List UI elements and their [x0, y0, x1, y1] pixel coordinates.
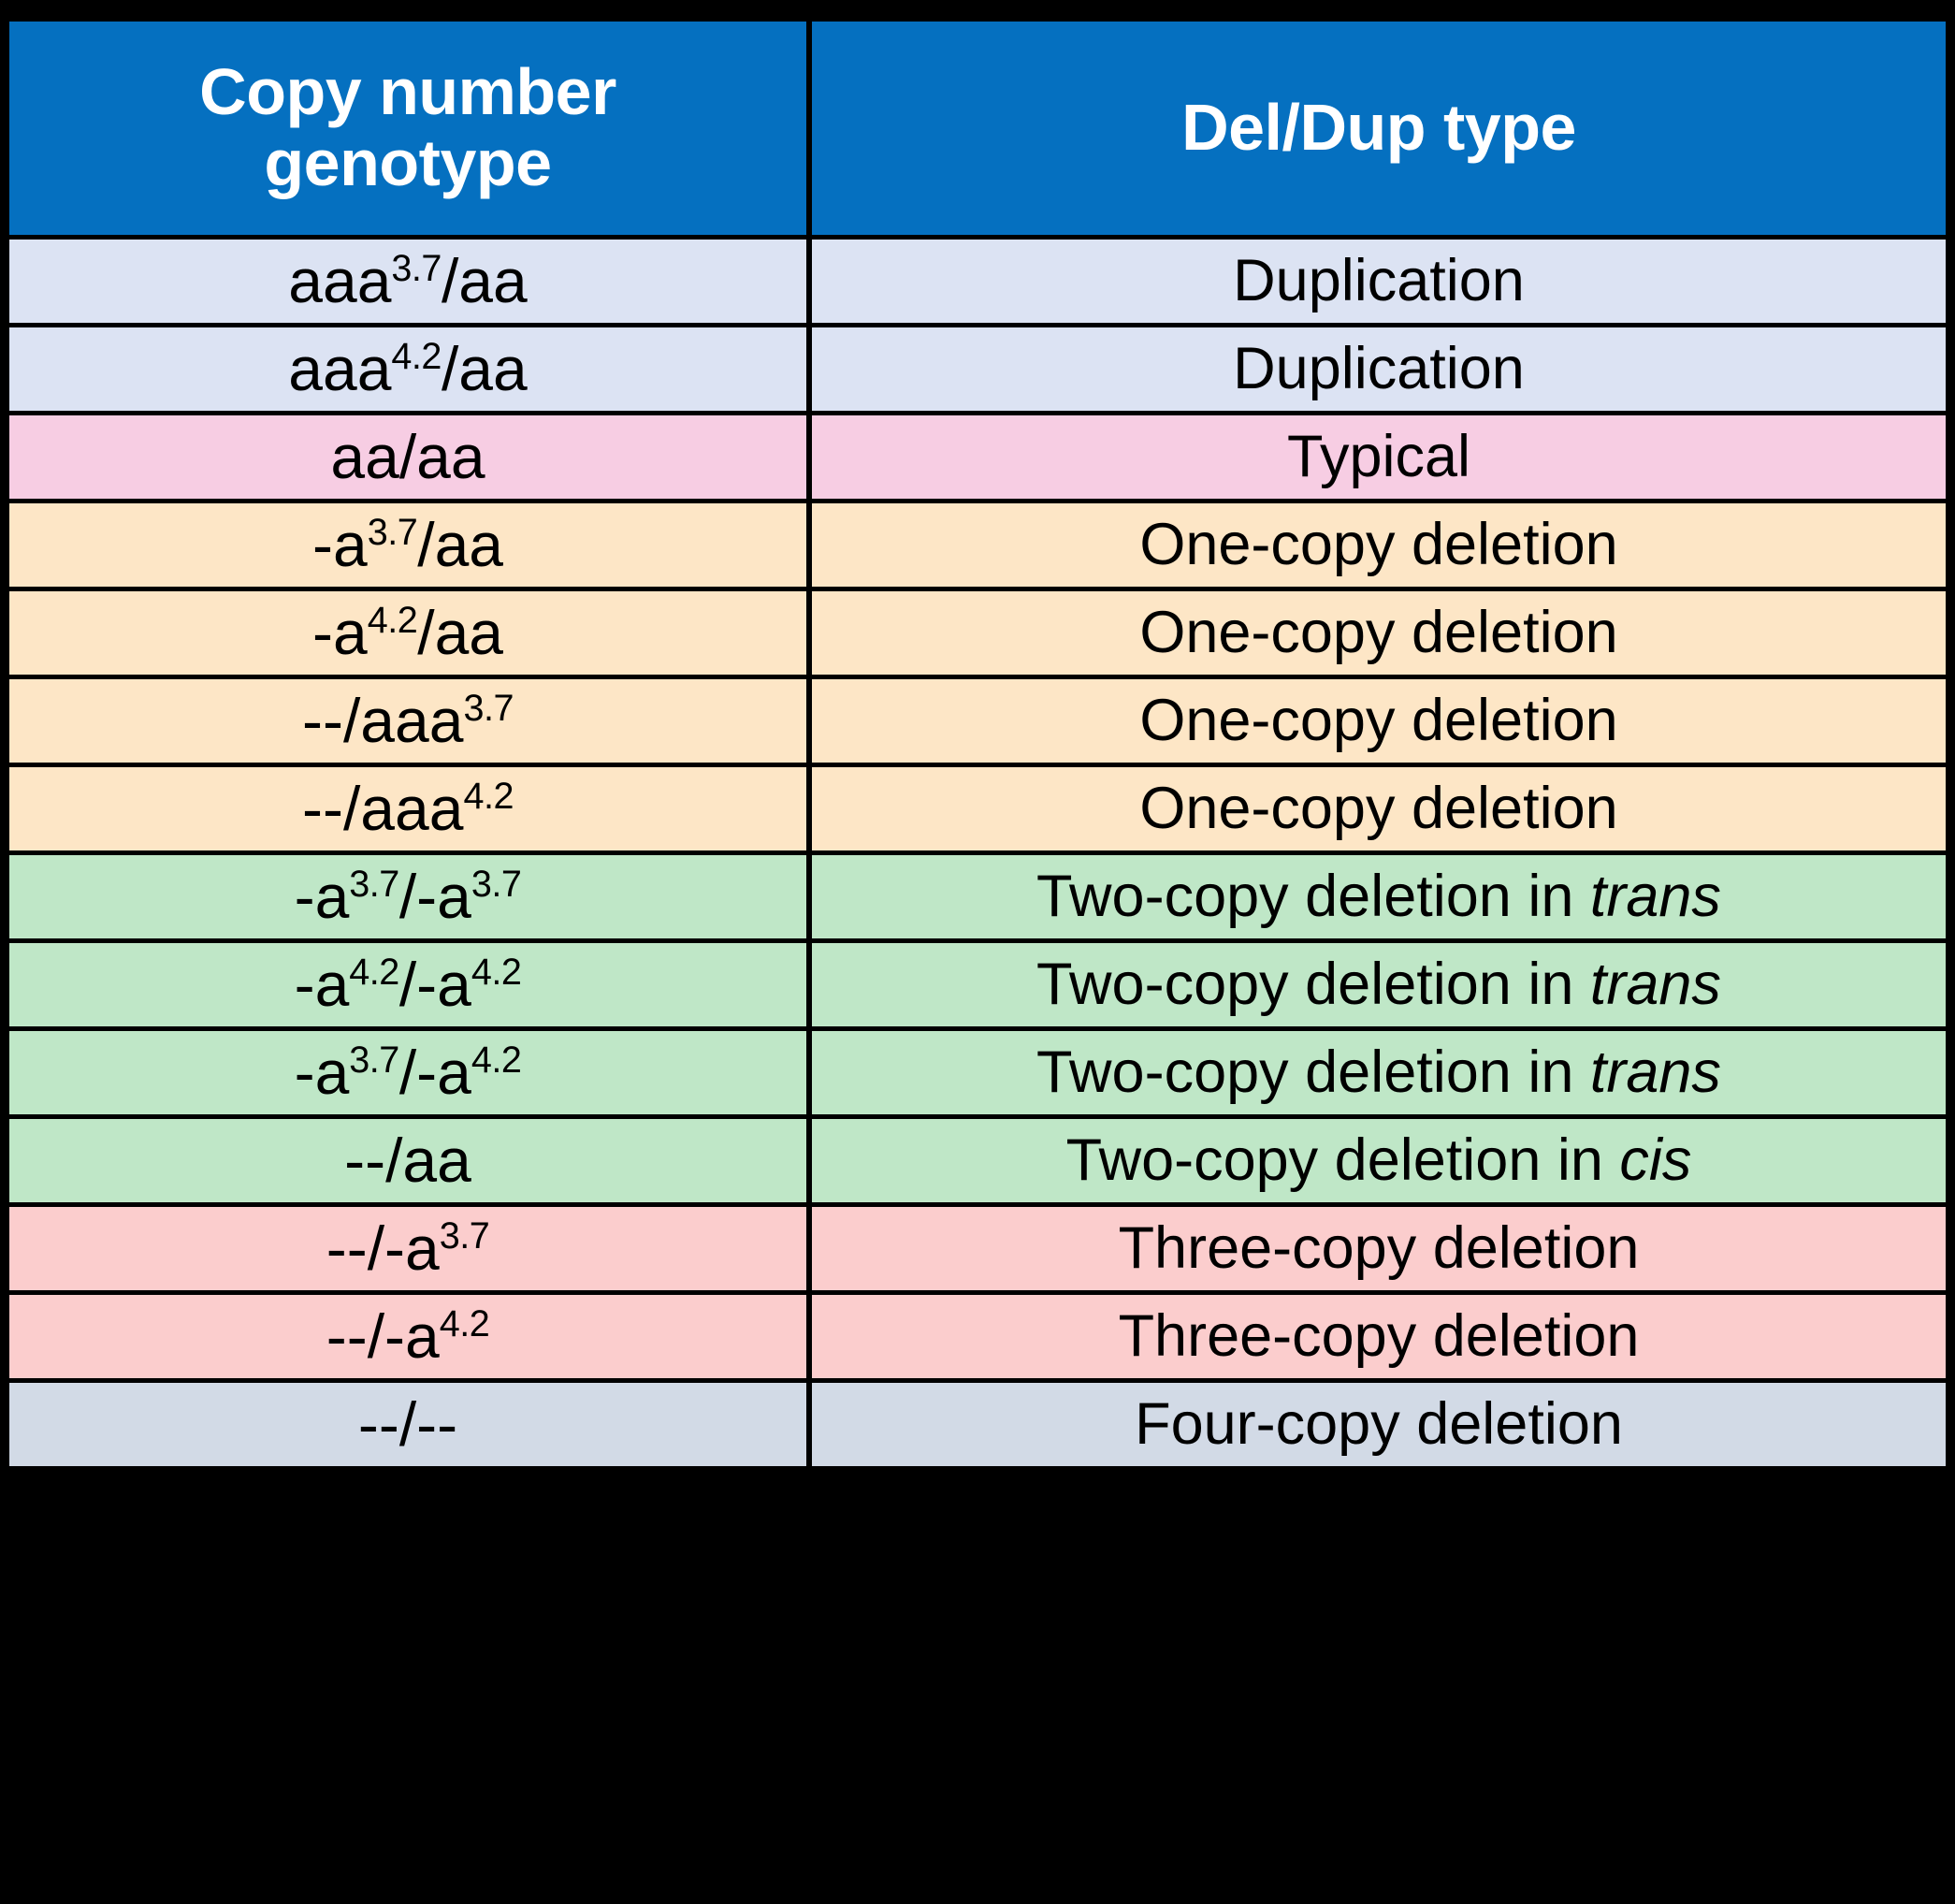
genotype-text: -a3.7/-a3.7: [294, 862, 522, 931]
table-row: -a3.7/aa One-copy deletion: [5, 503, 1950, 591]
cell-deldup-type: One-copy deletion: [809, 679, 1950, 767]
table-row: -a4.2/-a4.2 Two-copy deletion in trans: [5, 943, 1950, 1031]
cell-genotype: --/aa: [5, 1119, 809, 1207]
cell-genotype: -a3.7/-a3.7: [5, 855, 809, 943]
cell-deldup-type: One-copy deletion: [809, 591, 1950, 679]
genotype-text: --/--: [357, 1389, 458, 1459]
cell-genotype: --/--: [5, 1383, 809, 1471]
genotype-superscript: 3.7: [349, 1039, 399, 1081]
cell-deldup-type: Two-copy deletion in trans: [809, 1031, 1950, 1119]
cell-genotype: aaa4.2/aa: [5, 327, 809, 415]
genotype-superscript: 3.7: [367, 512, 418, 553]
table-row: --/-a4.2 Three-copy deletion: [5, 1295, 1950, 1383]
genotype-superscript: 3.7: [391, 248, 442, 289]
table-row: -a4.2/aa One-copy deletion: [5, 591, 1950, 679]
genotype-text: -a4.2/-a4.2: [294, 950, 522, 1019]
cell-genotype: -a3.7/aa: [5, 503, 809, 591]
deldup-type-text: Two-copy deletion in cis: [1065, 1127, 1692, 1193]
copy-number-genotype-table: Copy number genotype Del/Dup type aaa3.7…: [5, 22, 1950, 1471]
cell-genotype: --/aaa3.7: [5, 679, 809, 767]
column-header-del-dup-type: Del/Dup type: [809, 22, 1950, 240]
table-body: aaa3.7/aa Duplication aaa4.2/aa Duplication…: [5, 240, 1950, 1471]
deldup-type-emphasis: trans: [1589, 864, 1721, 929]
genotype-superscript-2: 3.7: [471, 864, 522, 905]
cell-deldup-type: Two-copy deletion in trans: [809, 855, 1950, 943]
cell-deldup-type: Four-copy deletion: [809, 1383, 1950, 1471]
deldup-type-emphasis: cis: [1619, 1127, 1692, 1193]
genotype-superscript: 4.2: [391, 336, 442, 377]
cell-genotype: --/aaa4.2: [5, 767, 809, 855]
genotype-text: aa/aa: [330, 422, 485, 491]
cell-genotype: -a3.7/-a4.2: [5, 1031, 809, 1119]
cell-deldup-type: Duplication: [809, 327, 1950, 415]
cell-genotype: aa/aa: [5, 415, 809, 503]
deldup-type-text: Duplication: [1233, 248, 1525, 313]
genotype-superscript: 3.7: [349, 864, 399, 905]
deldup-type-text: Duplication: [1233, 336, 1525, 401]
deldup-type-text: Three-copy deletion: [1118, 1303, 1640, 1369]
deldup-type-text: Two-copy deletion in trans: [1036, 864, 1721, 929]
genotype-text: aaa4.2/aa: [288, 334, 528, 403]
header-line-2: genotype: [264, 126, 552, 199]
genotype-superscript: 3.7: [439, 1215, 490, 1257]
genotype-superscript: 4.2: [463, 776, 514, 817]
cell-genotype: -a4.2/aa: [5, 591, 809, 679]
genotype-text: -a3.7/aa: [312, 510, 503, 579]
table-row: aa/aa Typical: [5, 415, 1950, 503]
cell-deldup-type: Two-copy deletion in cis: [809, 1119, 1950, 1207]
deldup-type-text: One-copy deletion: [1139, 776, 1618, 841]
deldup-type-text: Typical: [1286, 424, 1471, 489]
genotype-superscript-2: 4.2: [471, 1039, 522, 1081]
cell-deldup-type: Three-copy deletion: [809, 1207, 1950, 1295]
cell-genotype: -a4.2/-a4.2: [5, 943, 809, 1031]
genotype-text: -a4.2/aa: [312, 598, 503, 667]
genotype-superscript: 4.2: [367, 600, 418, 641]
table-row: --/-- Four-copy deletion: [5, 1383, 1950, 1471]
table-row: -a3.7/-a4.2 Two-copy deletion in trans: [5, 1031, 1950, 1119]
table-row: --/aaa4.2 One-copy deletion: [5, 767, 1950, 855]
deldup-type-text: One-copy deletion: [1139, 512, 1618, 577]
deldup-type-text: Two-copy deletion in trans: [1036, 952, 1721, 1017]
genotype-superscript-2: 4.2: [471, 952, 522, 993]
cell-deldup-type: Typical: [809, 415, 1950, 503]
genotype-superscript: 4.2: [439, 1303, 490, 1344]
genotype-text: --/aaa4.2: [302, 774, 514, 843]
deldup-type-text: One-copy deletion: [1139, 600, 1618, 665]
cell-deldup-type: One-copy deletion: [809, 503, 1950, 591]
table-row: --/-a3.7 Three-copy deletion: [5, 1207, 1950, 1295]
deldup-type-text: Four-copy deletion: [1135, 1391, 1623, 1457]
cell-genotype: aaa3.7/aa: [5, 240, 809, 327]
genotype-text: aaa3.7/aa: [288, 246, 528, 315]
header-line-1: Copy number: [199, 55, 616, 129]
genotype-superscript: 4.2: [349, 952, 399, 993]
cell-deldup-type: Duplication: [809, 240, 1950, 327]
deldup-type-text: One-copy deletion: [1139, 688, 1618, 753]
table-row: --/aaa3.7 One-copy deletion: [5, 679, 1950, 767]
deldup-type-emphasis: trans: [1589, 952, 1721, 1017]
table-row: -a3.7/-a3.7 Two-copy deletion in trans: [5, 855, 1950, 943]
table-row: --/aa Two-copy deletion in cis: [5, 1119, 1950, 1207]
header-row: Copy number genotype Del/Dup type: [5, 22, 1950, 240]
genotype-text: -a3.7/-a4.2: [294, 1038, 522, 1107]
genotype-text: --/aa: [344, 1126, 471, 1195]
deldup-type-text: Three-copy deletion: [1118, 1215, 1640, 1281]
genotype-text: --/-a3.7: [326, 1214, 490, 1283]
table-header: Copy number genotype Del/Dup type: [5, 22, 1950, 240]
genotype-superscript: 3.7: [463, 688, 514, 729]
table-row: aaa3.7/aa Duplication: [5, 240, 1950, 327]
genotype-text: --/-a4.2: [326, 1301, 490, 1371]
cell-genotype: --/-a3.7: [5, 1207, 809, 1295]
genotype-text: --/aaa3.7: [302, 686, 514, 755]
deldup-type-emphasis: trans: [1589, 1039, 1721, 1105]
table-row: aaa4.2/aa Duplication: [5, 327, 1950, 415]
table-container: Copy number genotype Del/Dup type aaa3.7…: [5, 22, 1950, 1851]
cell-deldup-type: Three-copy deletion: [809, 1295, 1950, 1383]
cell-genotype: --/-a4.2: [5, 1295, 809, 1383]
deldup-type-text: Two-copy deletion in trans: [1036, 1039, 1721, 1105]
column-header-copy-number-genotype: Copy number genotype: [5, 22, 809, 240]
cell-deldup-type: One-copy deletion: [809, 767, 1950, 855]
cell-deldup-type: Two-copy deletion in trans: [809, 943, 1950, 1031]
